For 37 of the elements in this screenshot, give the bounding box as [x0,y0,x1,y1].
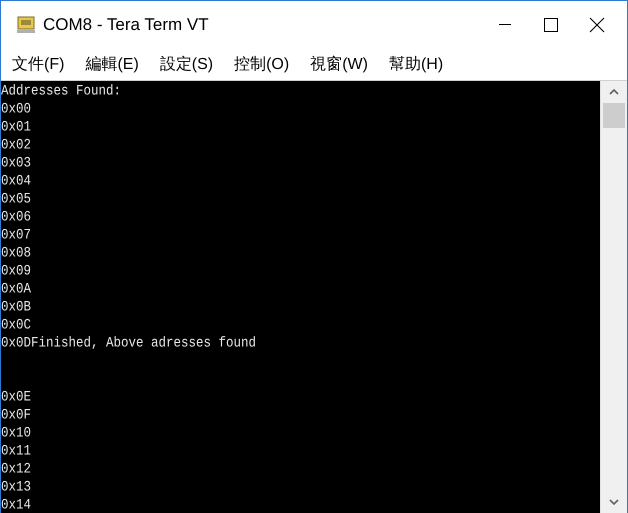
terminal-line: 0x08 [1,244,32,264]
terminal-line: 0x0E [1,388,32,408]
menu-item[interactable]: 幫助(H) [380,54,452,74]
terminal-line: 0x02 [1,136,32,156]
terminal-line: 0x06 [1,208,32,228]
terminal-line: 0x0F [1,406,32,426]
terminal-line: 0x04 [1,172,32,192]
terminal-line: 0x00 [1,100,32,120]
terminal-line: 0x01 [1,118,32,138]
scroll-up-icon[interactable] [609,89,619,95]
terminal-icon [17,16,35,34]
terminal-line: 0x14 [1,496,32,513]
terminal-line: 0x12 [1,460,32,480]
minimize-icon [498,24,510,26]
menu-item[interactable]: 文件(F) [4,54,72,74]
close-icon [589,16,605,32]
terminal-line: 0x13 [1,478,32,498]
vertical-scrollbar[interactable] [600,81,627,513]
menu-item[interactable]: 設定(S) [152,54,222,74]
terminal-line: 0x11 [1,442,32,462]
window-title: COM8 - Tera Term VT [43,14,210,34]
terminal-line: 0x0DFinished, Above adresses found [1,334,256,354]
terminal-line: 0x07 [1,226,32,246]
terminal-line: 0x10 [1,424,32,444]
terminal-line: 0x03 [1,154,32,174]
scroll-down-icon[interactable] [609,499,619,505]
menu-item[interactable]: 控制(O) [226,54,298,74]
terminal-line: Addresses Found: [1,82,122,102]
maximize-icon [544,18,558,32]
menu-item[interactable]: 編輯(E) [77,54,147,74]
terminal-line: 0x0C [1,316,32,336]
scroll-thumb[interactable] [603,103,625,128]
terminal-line: 0x09 [1,262,32,282]
terminal-line: 0x05 [1,190,32,210]
terminal-line: 0x0A [1,280,32,300]
menu-item[interactable]: 視窗(W) [302,54,376,74]
terminal-line: 0x0B [1,298,32,318]
